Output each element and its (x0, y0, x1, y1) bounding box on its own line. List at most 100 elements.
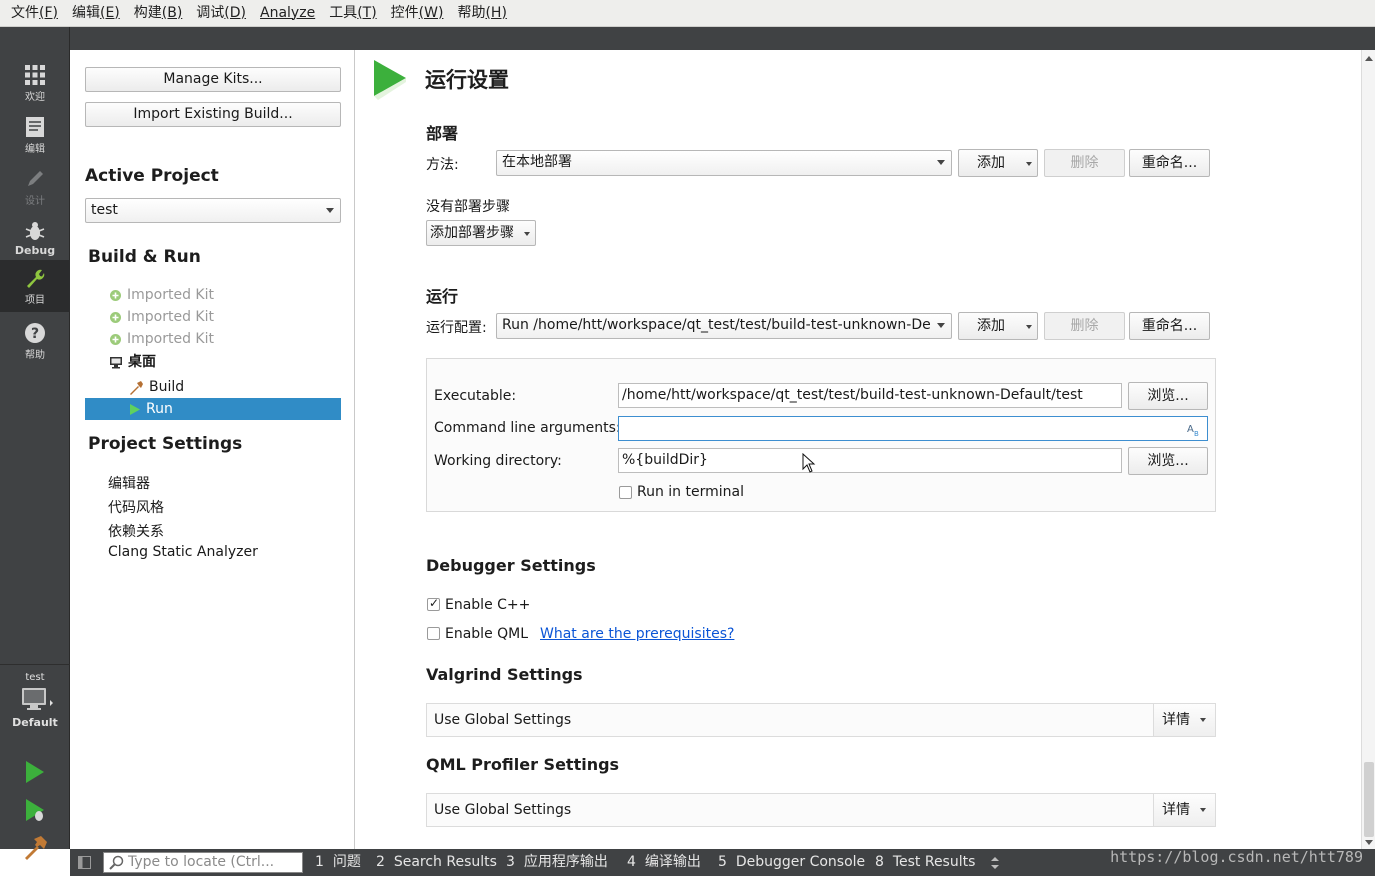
executable-field[interactable]: /home/htt/workspace/qt_test/test/build-t… (618, 383, 1122, 408)
manage-kits-button[interactable]: Manage Kits... (85, 67, 341, 92)
enable-qml-checkbox[interactable] (427, 627, 440, 640)
working-directory-browse-button[interactable]: 浏览... (1128, 447, 1208, 475)
scroll-thumb[interactable] (1364, 762, 1374, 837)
pencil-icon (28, 171, 43, 186)
menu-widgets[interactable]: 控件(W) (384, 0, 451, 27)
add-kit-icon (110, 311, 121, 323)
variable-chooser-icon[interactable]: A B (1186, 421, 1202, 437)
qml-profiler-details-label: 详情 (1162, 802, 1190, 818)
mode-help-label: 帮助 (25, 350, 45, 361)
mode-edit[interactable]: 编辑 (0, 109, 70, 161)
tree-item-imported-kit[interactable]: Imported Kit (109, 328, 214, 350)
import-existing-build-button[interactable]: Import Existing Build... (85, 102, 341, 127)
debug-run-icon (26, 799, 44, 821)
svg-text:?: ? (31, 326, 39, 342)
run-rename-button[interactable]: 重命名... (1129, 312, 1210, 340)
tree-item-run[interactable]: Run (85, 398, 341, 420)
tree-item-imported-kit[interactable]: Imported Kit (109, 284, 214, 306)
add-deploy-step-button[interactable]: 添加部署步骤 (426, 220, 536, 246)
executable-browse-button[interactable]: 浏览... (1128, 382, 1208, 410)
chevron-down-icon (1026, 162, 1032, 166)
deploy-method-combo[interactable]: 在本地部署 (496, 150, 952, 176)
chevron-down-icon (524, 232, 530, 236)
locator-placeholder: Type to locate (Ctrl... (128, 854, 275, 870)
more-tabs-icon[interactable] (990, 857, 1000, 869)
run-config-value: Run /home/htt/workspace/qt_test/test/bui… (502, 317, 931, 333)
watermark: https://blog.csdn.net/htt789 (1110, 848, 1363, 866)
enable-cpp-checkbox[interactable] (427, 596, 440, 611)
mode-design[interactable]: 设计 (0, 161, 70, 213)
command-line-arguments-field[interactable] (618, 416, 1208, 441)
run-button[interactable] (20, 757, 50, 787)
chevron-down-icon (1200, 718, 1206, 722)
deploy-rename-button[interactable]: 重命名... (1129, 149, 1210, 177)
output-tab-application-output[interactable]: 3 应用程序输出 (506, 849, 608, 876)
project-settings-heading: Project Settings (88, 434, 243, 454)
scroll-up-arrow-icon[interactable] (1365, 56, 1373, 61)
menu-analyze[interactable]: Analyze (253, 0, 322, 27)
tree-item-imported-kit[interactable]: Imported Kit (109, 306, 214, 328)
run-heading: 运行 (426, 287, 459, 306)
kit-selector[interactable]: test Default (0, 664, 70, 744)
add-kit-icon (110, 333, 121, 345)
output-tab-label: Search Results (393, 854, 497, 870)
menu-build[interactable]: 构建(B) (127, 0, 190, 27)
locator-input[interactable]: Type to locate (Ctrl... (103, 852, 303, 873)
output-tab-compile-output[interactable]: 4 编译输出 (627, 849, 701, 876)
working-directory-field[interactable]: %{buildDir} (618, 448, 1122, 473)
run-add-label: 添加 (977, 318, 1005, 334)
run-settings-icon (374, 60, 406, 100)
deploy-remove-button[interactable]: 删除 (1044, 149, 1125, 177)
working-directory-label: Working directory: (434, 453, 562, 469)
output-tab-label: 问题 (332, 854, 361, 870)
svg-text:B: B (1194, 430, 1199, 437)
tree-item-label: Imported Kit (127, 331, 214, 347)
projects-navigation-panel: Manage Kits... Import Existing Build... … (71, 50, 355, 849)
deploy-add-button[interactable]: 添加 (958, 149, 1038, 177)
main-scrollbar[interactable] (1361, 50, 1375, 849)
output-tab-search-results[interactable]: 2 Search Results (376, 849, 497, 876)
output-tab-debugger-console[interactable]: 5 Debugger Console (718, 849, 865, 876)
scroll-down-arrow-icon[interactable] (1365, 840, 1373, 845)
menu-file[interactable]: 文件(F) (4, 0, 65, 27)
bug-icon (25, 222, 45, 240)
tree-item-desktop-kit[interactable]: 桌面 (109, 351, 156, 373)
tree-item-build[interactable]: Build (129, 376, 184, 398)
menu-help[interactable]: 帮助(H) (450, 0, 513, 27)
toggle-sidebar-icon[interactable] (78, 856, 91, 869)
prerequisites-link[interactable]: What are the prerequisites? (540, 626, 734, 642)
project-setting-editor[interactable]: 编辑器 (108, 473, 150, 493)
menu-analyze-label: Analyze (260, 4, 316, 21)
output-tab-label: 编译输出 (644, 854, 701, 870)
mode-edit-label: 编辑 (25, 144, 45, 155)
deploy-heading: 部署 (426, 124, 459, 143)
valgrind-settings-heading: Valgrind Settings (426, 665, 583, 684)
active-project-combo[interactable]: test (85, 198, 341, 223)
mode-projects[interactable]: 项目 (0, 260, 70, 312)
run-remove-button[interactable]: 删除 (1044, 312, 1125, 340)
output-tab-issues[interactable]: 1 问题 (315, 849, 361, 876)
menu-help-label: 帮助 (457, 4, 486, 21)
qml-profiler-details-button[interactable]: 详情 (1153, 794, 1215, 826)
build-button[interactable] (20, 832, 50, 862)
run-add-button[interactable]: 添加 (958, 312, 1038, 340)
project-setting-dependencies[interactable]: 依赖关系 (108, 521, 164, 541)
menu-debug[interactable]: 调试(D) (189, 0, 253, 27)
run-in-terminal-checkbox[interactable] (619, 486, 632, 499)
valgrind-details-button[interactable]: 详情 (1153, 704, 1215, 736)
project-setting-code-style[interactable]: 代码风格 (108, 497, 164, 517)
output-tab-number: 4 (627, 854, 636, 870)
menu-tools[interactable]: 工具(T) (322, 0, 383, 27)
debug-run-button[interactable] (20, 795, 50, 825)
run-config-combo[interactable]: Run /home/htt/workspace/qt_test/test/bui… (496, 313, 952, 339)
mode-debug[interactable]: Debug (0, 213, 70, 265)
deploy-method-label: 方法: (426, 157, 459, 173)
menu-edit[interactable]: 编辑(E) (65, 0, 127, 27)
mode-help[interactable]: ? 帮助 (0, 315, 70, 367)
mode-welcome[interactable]: 欢迎 (0, 57, 70, 109)
mode-bar: 欢迎 编辑 设计 Debug 项目 ? 帮助 test Default (0, 27, 70, 860)
output-tab-test-results[interactable]: 8 Test Results (875, 849, 975, 876)
executable-label: Executable: (434, 388, 517, 404)
tree-item-label: Build (149, 379, 185, 395)
project-setting-clang-static-analyzer[interactable]: Clang Static Analyzer (108, 544, 258, 560)
